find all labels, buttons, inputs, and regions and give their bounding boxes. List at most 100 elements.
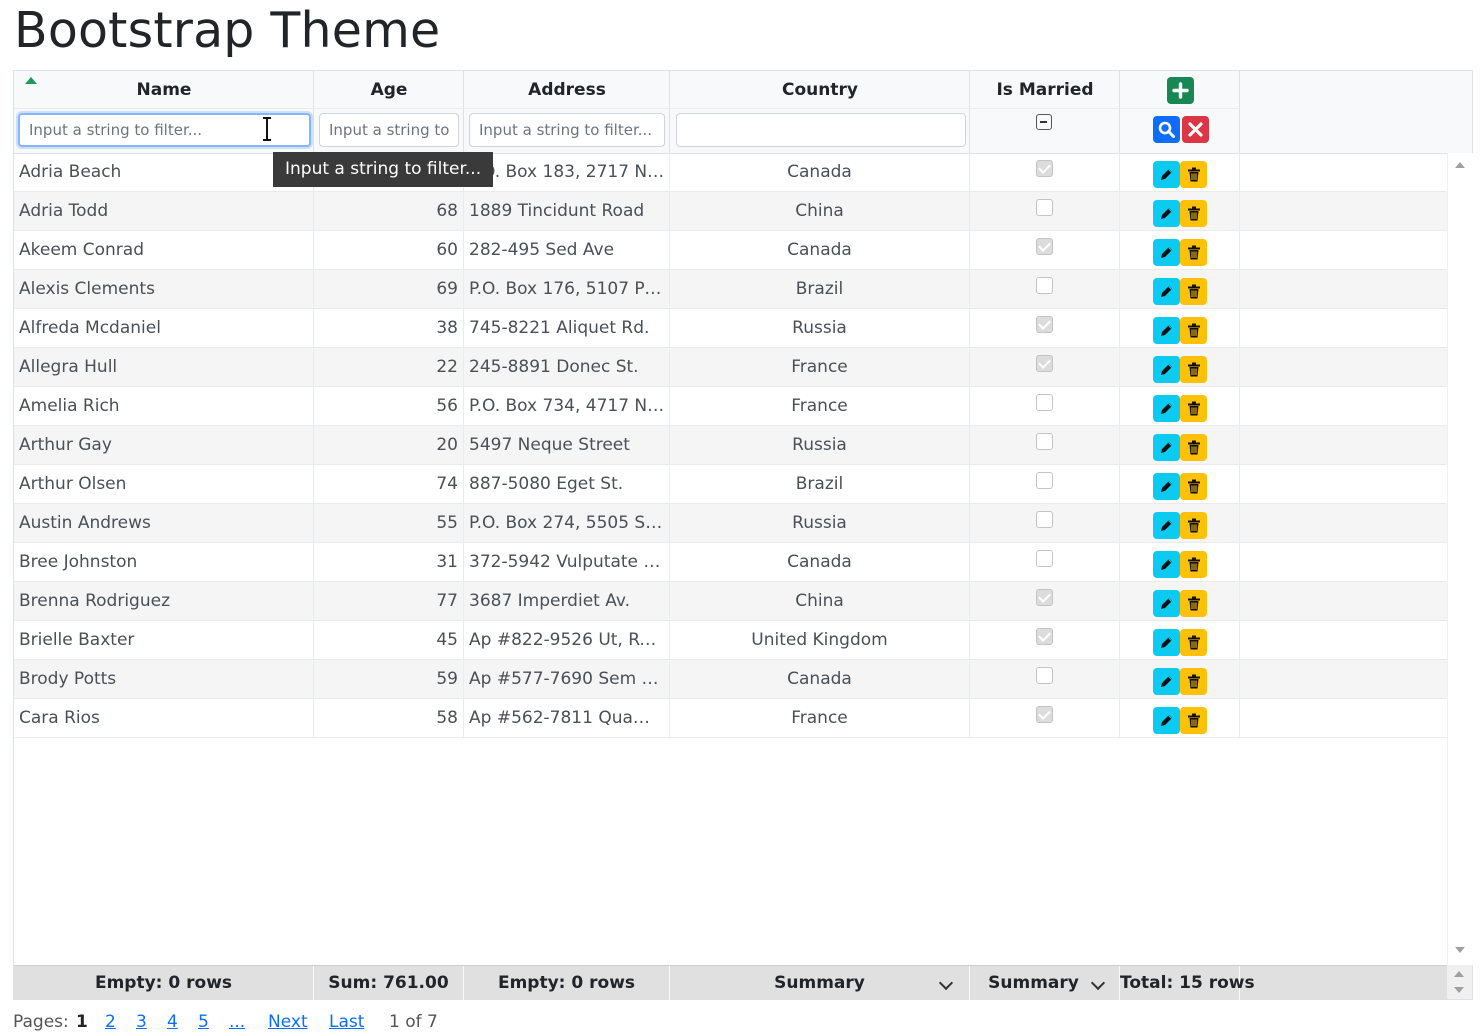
table-row[interactable]: Austin Andrews55P.O. Box 274, 5505 Socii… (14, 504, 1447, 543)
page-link-3[interactable]: 3 (136, 1012, 147, 1032)
column-header-country[interactable]: Country (670, 71, 970, 109)
edit-row-button[interactable] (1153, 395, 1180, 422)
column-header-name[interactable]: Name (14, 71, 314, 109)
table-row[interactable]: Allegra Hull 22 245-8891 Donec St. France (14, 348, 1447, 387)
edit-row-button[interactable] (1153, 473, 1180, 500)
table-row[interactable]: Cara Rios 58 Ap #562-7811 Quam. Ave France (14, 699, 1447, 738)
country-filter-input[interactable] (676, 113, 966, 147)
table-row[interactable]: Alfreda Mcdaniel 38 745-8221 Aliquet Rd. Ru… (14, 309, 1447, 348)
married-checkbox[interactable] (1036, 667, 1053, 684)
married-checkbox[interactable] (1036, 706, 1053, 723)
delete-row-button[interactable] (1180, 629, 1207, 656)
chevron-down-icon (1090, 975, 1106, 991)
edit-row-button[interactable] (1153, 317, 1180, 344)
married-checkbox[interactable] (1036, 589, 1053, 606)
cell-name: Brenna Rodriguez (14, 582, 314, 620)
married-checkbox[interactable] (1036, 238, 1053, 255)
column-header-is-married[interactable]: Is Married (970, 71, 1120, 109)
table-row[interactable]: Amelia Rich56P.O. Box 734, 4717 Nunc Rd.… (14, 387, 1447, 426)
table-row[interactable]: Bree Johnston31372-5942 Vulputate Avenue… (14, 543, 1447, 582)
edit-row-button[interactable] (1153, 512, 1180, 539)
delete-row-button[interactable] (1180, 239, 1207, 266)
married-checkbox[interactable] (1036, 472, 1053, 489)
scroll-down-arrow-icon[interactable] (1454, 987, 1464, 993)
delete-row-button[interactable] (1180, 551, 1207, 578)
delete-row-button[interactable] (1180, 161, 1207, 188)
table-row[interactable]: Arthur Gay 20 5497 Neque Street Russia (14, 426, 1447, 465)
page-link-more[interactable]: ... (229, 1012, 245, 1032)
trash-icon (1187, 479, 1200, 494)
married-checkbox[interactable] (1036, 277, 1053, 294)
age-filter-input[interactable] (319, 113, 459, 147)
delete-row-button[interactable] (1180, 395, 1207, 422)
edit-row-button[interactable] (1153, 278, 1180, 305)
married-filter-checkbox[interactable] (1036, 114, 1052, 130)
pencil-icon (1161, 286, 1172, 297)
edit-row-button[interactable] (1153, 434, 1180, 461)
total-rows: Total: 15 rows (1120, 966, 1255, 1000)
married-checkbox[interactable] (1036, 199, 1053, 216)
delete-row-button[interactable] (1180, 590, 1207, 617)
cell-country: Russia (670, 504, 970, 542)
delete-row-button[interactable] (1180, 512, 1207, 539)
table-row[interactable]: Brenna Rodriguez 77 3687 Imperdiet Av. Chin… (14, 582, 1447, 621)
next-page-link[interactable]: Next (268, 1012, 308, 1032)
table-row[interactable]: Brielle Baxter 45 Ap #822-9526 Ut, Road Uni… (14, 621, 1447, 660)
last-page-link[interactable]: Last (329, 1012, 364, 1032)
scroll-up-arrow-icon[interactable] (1455, 162, 1465, 168)
trash-icon (1187, 557, 1200, 572)
apply-filter-button[interactable] (1153, 116, 1180, 143)
column-country: Country (670, 71, 970, 153)
married-checkbox[interactable] (1036, 316, 1053, 333)
column-header-address[interactable]: Address (464, 71, 670, 109)
edit-row-button[interactable] (1153, 551, 1180, 578)
table-row[interactable]: Arthur Olsen 74 887-5080 Eget St. Brazil (14, 465, 1447, 504)
married-checkbox[interactable] (1036, 628, 1053, 645)
table-row[interactable]: Adria Todd 68 1889 Tincidunt Road China (14, 192, 1447, 231)
delete-row-button[interactable] (1180, 317, 1207, 344)
delete-row-button[interactable] (1180, 668, 1207, 695)
add-row-button[interactable] (1167, 77, 1194, 104)
table-row[interactable]: Alexis Clements 69 P.O. Box 176, 5107 Proi… (14, 270, 1447, 309)
scroll-up-arrow-icon[interactable] (1454, 971, 1464, 977)
edit-row-button[interactable] (1153, 590, 1180, 617)
married-checkbox[interactable] (1036, 433, 1053, 450)
edit-row-button[interactable] (1153, 629, 1180, 656)
married-checkbox[interactable] (1036, 511, 1053, 528)
page-link-5[interactable]: 5 (198, 1012, 209, 1032)
cell-name: Arthur Olsen (14, 465, 314, 503)
married-summary-select[interactable]: Summary (970, 966, 1120, 1000)
married-checkbox[interactable] (1036, 394, 1053, 411)
clear-filter-button[interactable] (1182, 116, 1209, 143)
column-header-age[interactable]: Age (314, 71, 464, 109)
delete-row-button[interactable] (1180, 473, 1207, 500)
table-row[interactable]: Adria Beach P.O. Box 183, 2717 Nunc AveCa… (14, 153, 1447, 192)
footer-scrollbar[interactable] (1447, 965, 1472, 999)
cell-address: Ap #822-9526 Ut, Road (464, 621, 670, 659)
delete-row-button[interactable] (1180, 707, 1207, 734)
edit-row-button[interactable] (1153, 356, 1180, 383)
edit-row-button[interactable] (1153, 707, 1180, 734)
trash-icon (1187, 323, 1200, 338)
pencil-icon (1161, 715, 1172, 726)
vertical-scrollbar[interactable] (1447, 153, 1473, 965)
married-checkbox[interactable] (1036, 550, 1053, 567)
country-summary-select[interactable]: Summary (670, 966, 970, 1000)
edit-row-button[interactable] (1153, 200, 1180, 227)
cell-name: Amelia Rich (14, 387, 314, 425)
page-link-4[interactable]: 4 (167, 1012, 178, 1032)
table-row[interactable]: Brody Potts 59 Ap #577-7690 Sem Road Canada (14, 660, 1447, 699)
delete-row-button[interactable] (1180, 356, 1207, 383)
edit-row-button[interactable] (1153, 161, 1180, 188)
table-row[interactable]: Akeem Conrad 60 282-495 Sed Ave Canada (14, 231, 1447, 270)
delete-row-button[interactable] (1180, 278, 1207, 305)
married-checkbox[interactable] (1036, 160, 1053, 177)
address-filter-input[interactable] (469, 113, 665, 147)
delete-row-button[interactable] (1180, 200, 1207, 227)
page-link-2[interactable]: 2 (105, 1012, 116, 1032)
edit-row-button[interactable] (1153, 668, 1180, 695)
scroll-down-arrow-icon[interactable] (1455, 947, 1465, 953)
edit-row-button[interactable] (1153, 239, 1180, 266)
delete-row-button[interactable] (1180, 434, 1207, 461)
married-checkbox[interactable] (1036, 355, 1053, 372)
